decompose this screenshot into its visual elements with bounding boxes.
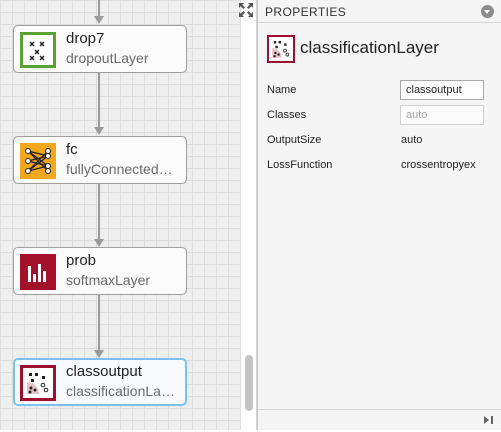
connector-line xyxy=(98,73,100,128)
name-input[interactable] xyxy=(400,80,484,100)
lossfunction-label: LossFunction xyxy=(267,159,333,171)
connector-arrow xyxy=(94,350,104,358)
connector-arrow xyxy=(94,239,104,247)
layer-name: classoutput xyxy=(66,363,142,380)
layer-node-classoutput[interactable]: classoutput classificationLa… xyxy=(13,358,187,406)
dropout-icon xyxy=(20,32,56,68)
classes-label: Classes xyxy=(267,109,307,121)
layer-node-drop7[interactable]: drop7 dropoutLayer xyxy=(13,25,187,73)
connector-line xyxy=(98,295,100,351)
layer-type: dropoutLayer xyxy=(66,50,149,66)
outputsize-value: auto xyxy=(401,134,423,146)
connector-arrow xyxy=(94,127,104,135)
classes-input xyxy=(400,105,484,125)
layer-type-title: classificationLayer xyxy=(300,38,439,57)
outputsize-label: OutputSize xyxy=(267,134,322,146)
softmax-icon xyxy=(20,254,56,290)
layer-type: softmaxLayer xyxy=(66,272,151,288)
properties-footer xyxy=(258,409,501,430)
layer-name: prob xyxy=(66,252,97,269)
panel-menu-icon[interactable] xyxy=(481,5,494,18)
layer-node-prob[interactable]: prob softmaxLayer xyxy=(13,247,187,295)
properties-title: PROPERTIES xyxy=(265,5,347,19)
properties-header: PROPERTIES xyxy=(258,0,501,23)
connector-arrow xyxy=(94,16,104,24)
name-label: Name xyxy=(267,84,297,96)
lossfunction-value: crossentropyex xyxy=(401,159,476,171)
collapse-panel-icon[interactable] xyxy=(480,413,496,427)
network-canvas[interactable]: drop7 dropoutLayer fc fullyConnected… pr… xyxy=(0,0,257,430)
properties-panel: PROPERTIES classificationLayer Name Clas… xyxy=(257,0,501,430)
classification-icon xyxy=(20,365,56,401)
layer-type: fullyConnected… xyxy=(66,161,173,177)
expand-icon[interactable] xyxy=(238,2,254,18)
fully-connected-icon xyxy=(20,143,56,179)
layer-node-fc[interactable]: fc fullyConnected… xyxy=(13,136,187,184)
classification-icon xyxy=(267,35,295,63)
layer-name: drop7 xyxy=(66,30,105,47)
connector-line xyxy=(98,0,100,17)
layer-name: fc xyxy=(66,141,78,158)
scrollbar-thumb[interactable] xyxy=(245,355,253,411)
canvas-scrollbar[interactable] xyxy=(240,0,257,430)
layer-type: classificationLa… xyxy=(66,383,175,399)
connector-line xyxy=(98,184,100,240)
